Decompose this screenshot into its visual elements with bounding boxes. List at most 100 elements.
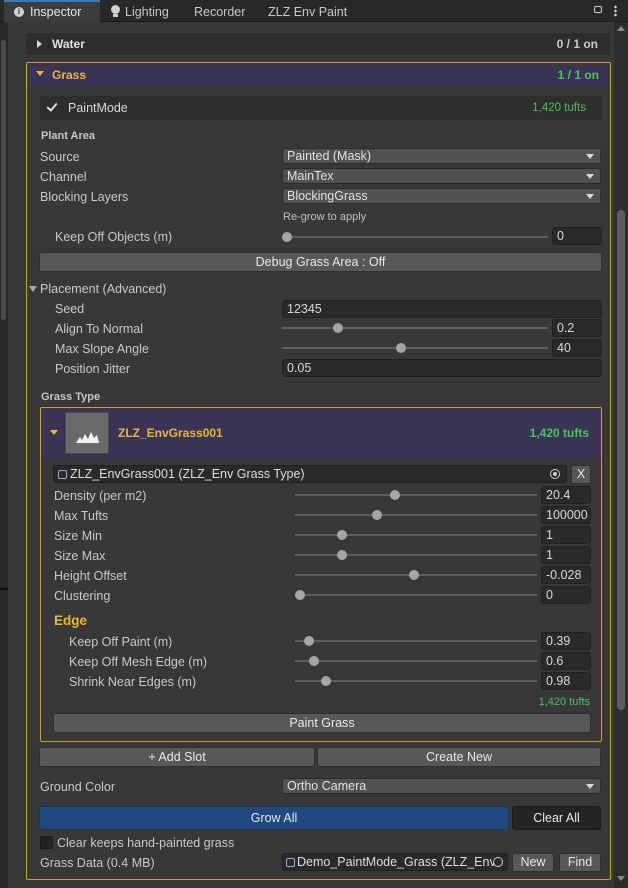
scriptable-object-icon bbox=[286, 858, 295, 867]
scroll-down-icon[interactable] bbox=[617, 876, 625, 881]
regrow-note: Re-grow to apply bbox=[283, 211, 367, 223]
scroll-up-icon[interactable] bbox=[617, 26, 625, 31]
clear-keeps-checkbox[interactable] bbox=[40, 836, 53, 849]
seed-field[interactable]: 12345 bbox=[282, 300, 602, 318]
create-new-button[interactable]: Create New bbox=[317, 747, 601, 767]
keep-off-objects-field[interactable]: 0 bbox=[552, 227, 602, 245]
size-max-label: Size Max bbox=[54, 549, 106, 563]
slider-knob[interactable] bbox=[304, 636, 314, 646]
debug-grass-area-button[interactable]: Debug Grass Area : Off bbox=[39, 252, 602, 272]
grass-asset-ref-field[interactable]: ZLZ_EnvGrass001 (ZLZ_Env Grass Type) bbox=[53, 465, 567, 483]
slider-track[interactable] bbox=[295, 554, 537, 556]
grass-type-item-header[interactable]: ZLZ_EnvGrass001 1,420 tufts bbox=[41, 408, 601, 458]
tab-recorder[interactable]: Recorder bbox=[194, 0, 258, 22]
slider-track[interactable] bbox=[295, 680, 537, 682]
clear-all-button[interactable]: Clear All bbox=[512, 806, 601, 830]
size-min-field[interactable]: 1 bbox=[541, 526, 591, 544]
clustering-slider[interactable] bbox=[295, 588, 537, 602]
slider-track[interactable] bbox=[295, 494, 537, 496]
placement-heading[interactable]: Placement (Advanced) bbox=[40, 281, 166, 297]
menu-icon[interactable] bbox=[614, 5, 617, 17]
slider-knob[interactable] bbox=[390, 490, 400, 500]
shrink-near-edges-slider[interactable] bbox=[295, 674, 537, 688]
remove-slot-button[interactable]: X bbox=[571, 465, 591, 484]
grow-all-button[interactable]: Grow All bbox=[39, 806, 509, 830]
grass-status: 1 / 1 on bbox=[557, 68, 599, 82]
keep-off-paint-field[interactable]: 0.39 bbox=[541, 632, 591, 650]
density-field[interactable]: 20.4 bbox=[541, 486, 591, 504]
align-to-normal-label: Align To Normal bbox=[55, 322, 144, 336]
slider-knob[interactable] bbox=[396, 343, 406, 353]
size-min-label: Size Min bbox=[54, 529, 102, 543]
size-max-field[interactable]: 1 bbox=[541, 546, 591, 564]
chevron-down-icon bbox=[586, 174, 594, 179]
slider-track[interactable] bbox=[295, 660, 537, 662]
keep-off-paint-slider[interactable] bbox=[295, 634, 537, 648]
keep-off-mesh-edge-field[interactable]: 0.6 bbox=[541, 652, 591, 670]
blocking-layers-dropdown[interactable]: BlockingGrass bbox=[282, 188, 601, 204]
tab-zlz-label: ZLZ Env Paint bbox=[268, 5, 348, 19]
size-max-slider[interactable] bbox=[295, 548, 537, 562]
slider-knob[interactable] bbox=[333, 323, 343, 333]
find-grass-data-button[interactable]: Find bbox=[559, 853, 601, 872]
object-picker-dot bbox=[553, 472, 557, 476]
slider-knob[interactable] bbox=[295, 590, 305, 600]
slider-track[interactable] bbox=[295, 640, 537, 642]
slider-knob[interactable] bbox=[309, 656, 319, 666]
tab-zlz-env-paint[interactable]: ZLZ Env Paint bbox=[268, 0, 364, 22]
source-label: Source bbox=[40, 150, 80, 164]
shrink-near-edges-field[interactable]: 0.98 bbox=[541, 672, 591, 690]
max-tufts-slider[interactable] bbox=[295, 508, 537, 522]
position-jitter-field[interactable]: 0.05 bbox=[282, 359, 602, 377]
paint-mode-row[interactable]: PaintMode 1,420 tufts bbox=[40, 96, 602, 120]
slider-knob[interactable] bbox=[337, 530, 347, 540]
slider-knob[interactable] bbox=[372, 510, 382, 520]
slider-knob[interactable] bbox=[321, 676, 331, 686]
lock-icon[interactable] bbox=[594, 6, 602, 13]
add-slot-button[interactable]: + Add Slot bbox=[39, 747, 315, 767]
foldout-collapsed-icon bbox=[37, 40, 42, 48]
slider-track[interactable] bbox=[282, 327, 548, 329]
checkmark-icon[interactable] bbox=[46, 100, 58, 112]
clustering-field[interactable]: 0 bbox=[541, 586, 591, 604]
keep-off-mesh-edge-slider[interactable] bbox=[295, 654, 537, 668]
tab-lighting[interactable]: Lighting bbox=[106, 0, 190, 22]
tab-lighting-label: Lighting bbox=[125, 5, 169, 19]
source-dropdown[interactable]: Painted (Mask) bbox=[282, 148, 601, 164]
height-offset-field[interactable]: -0.028 bbox=[541, 566, 591, 584]
foldout-expanded-icon bbox=[50, 430, 58, 435]
new-grass-data-button[interactable]: New bbox=[512, 853, 554, 872]
paint-grass-button[interactable]: Paint Grass bbox=[53, 713, 591, 733]
ground-color-dropdown[interactable]: Ortho Camera bbox=[282, 778, 601, 794]
channel-dropdown[interactable]: MainTex bbox=[282, 168, 601, 184]
scrollbar-thumb[interactable] bbox=[617, 210, 625, 710]
slider-knob[interactable] bbox=[409, 570, 419, 580]
slider-track[interactable] bbox=[295, 594, 537, 596]
slider-track[interactable] bbox=[282, 347, 548, 349]
grass-data-label: Grass Data (0.4 MB) bbox=[40, 856, 155, 870]
size-min-slider[interactable] bbox=[295, 528, 537, 542]
max-slope-angle-field[interactable]: 40 bbox=[552, 339, 602, 357]
grass-data-asset-field[interactable]: Demo_PaintMode_Grass (ZLZ_Env bbox=[282, 853, 508, 871]
tab-inspector[interactable]: i Inspector bbox=[4, 0, 100, 22]
height-offset-slider[interactable] bbox=[295, 568, 537, 582]
slider-knob[interactable] bbox=[282, 232, 292, 242]
max-tufts-field[interactable]: 100000 bbox=[541, 506, 591, 524]
water-section-header[interactable]: Water 0 / 1 on bbox=[26, 33, 610, 55]
left-panel-scrollbar[interactable] bbox=[1, 40, 6, 320]
slider-knob[interactable] bbox=[337, 550, 347, 560]
keep-off-objects-slider[interactable] bbox=[282, 230, 548, 244]
grass-section-header[interactable]: Grass 1 / 1 on bbox=[27, 63, 610, 86]
max-slope-angle-slider[interactable] bbox=[282, 341, 548, 355]
align-to-normal-field[interactable]: 0.2 bbox=[552, 319, 602, 337]
slider-track[interactable] bbox=[295, 534, 537, 536]
edge-heading: Edge bbox=[54, 613, 88, 628]
object-picker-icon[interactable] bbox=[493, 857, 503, 867]
density-slider[interactable] bbox=[295, 488, 537, 502]
clear-keeps-label[interactable]: Clear keeps hand-painted grass bbox=[57, 835, 234, 851]
foldout-expanded-icon[interactable] bbox=[29, 286, 37, 292]
align-to-normal-slider[interactable] bbox=[282, 321, 548, 335]
info-icon: i bbox=[14, 7, 24, 17]
slider-track[interactable] bbox=[295, 514, 537, 516]
slider-track[interactable] bbox=[282, 236, 548, 238]
